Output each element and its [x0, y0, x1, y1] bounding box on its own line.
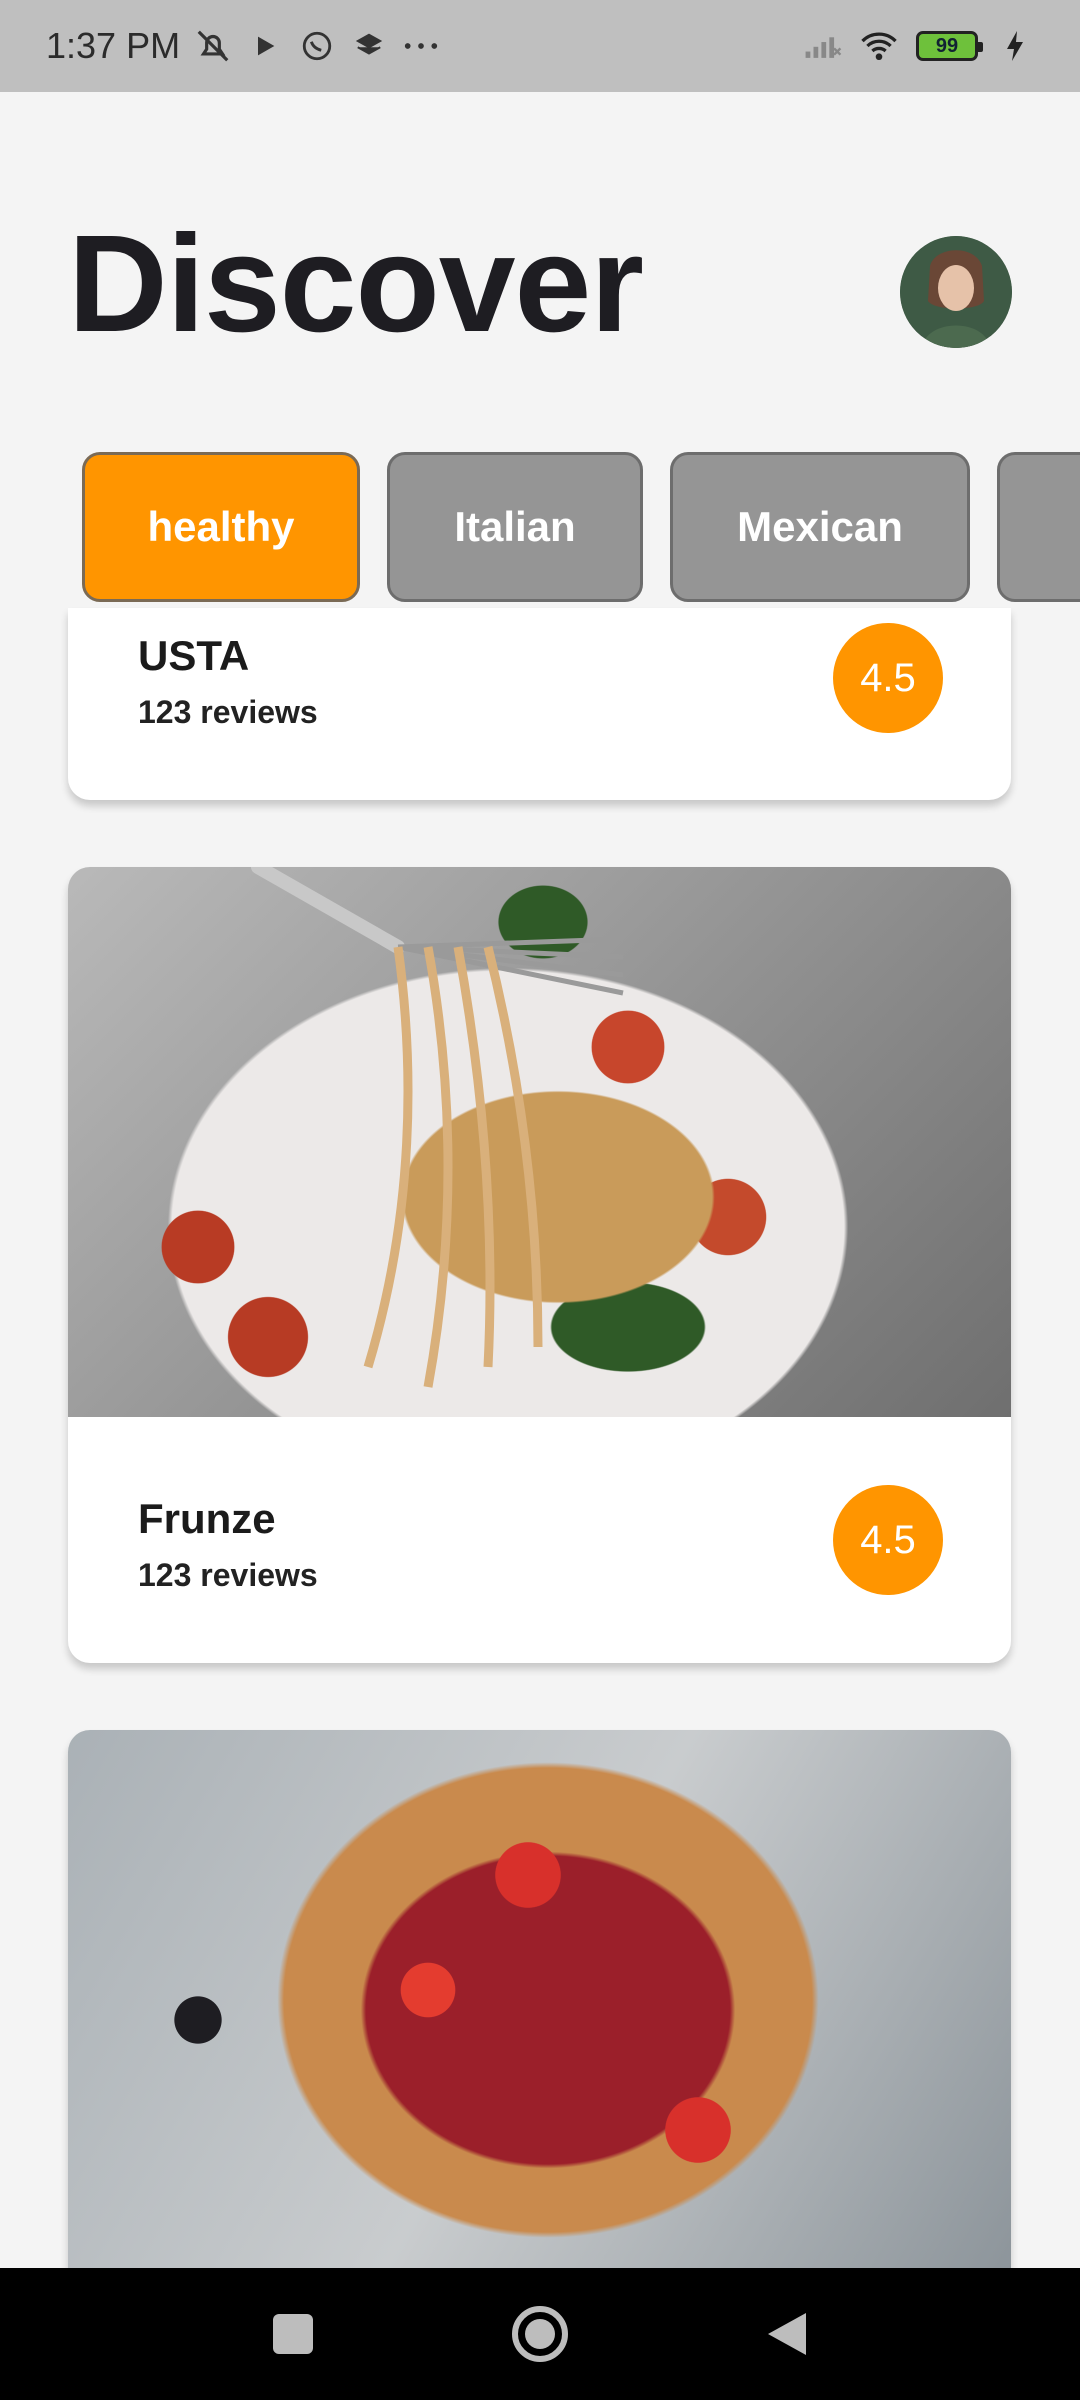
- status-right: 99: [804, 27, 1034, 65]
- rating-value: 4.5: [860, 1517, 916, 1562]
- battery-level: 99: [935, 34, 959, 57]
- back-triangle-icon: [767, 2313, 806, 2355]
- status-left: 1:37 PM: [46, 25, 440, 67]
- card-info: Frunze 123 reviews 4.5: [68, 1417, 1011, 1663]
- status-time: 1:37 PM: [46, 25, 181, 66]
- navigation-bar: [0, 2268, 1080, 2400]
- galette-image: [68, 1730, 1011, 2270]
- fork-illustration: [251, 867, 624, 1388]
- signal-icon: [804, 27, 842, 65]
- chip-label: Mexican: [737, 503, 903, 550]
- home-button[interactable]: [500, 2294, 580, 2374]
- status-bar: 1:37 PM 99: [0, 0, 1080, 92]
- play-icon: [246, 27, 284, 65]
- page-title: Discover: [68, 207, 644, 361]
- chip-mexican[interactable]: Mexican: [670, 452, 970, 602]
- mute-icon: [194, 27, 232, 65]
- chip-italian[interactable]: Italian: [387, 452, 643, 602]
- screen: 1:37 PM 99 Discover healthy Italian Mexi…: [0, 0, 1080, 2400]
- charging-icon: [996, 27, 1034, 65]
- chip-label: healthy: [147, 503, 295, 550]
- back-button[interactable]: [747, 2294, 827, 2374]
- rating-badge: 4.5: [833, 1485, 943, 1595]
- pasta-image: [68, 867, 1011, 1417]
- restaurant-name: USTA: [138, 632, 250, 679]
- recents-button[interactable]: [253, 2294, 333, 2374]
- recents-square-icon: [273, 2314, 314, 2354]
- chip-healthy[interactable]: healthy: [82, 452, 360, 602]
- restaurant-card-frunze[interactable]: Frunze 123 reviews 4.5: [68, 867, 1011, 1663]
- home-circle-icon: [511, 2306, 568, 2362]
- layers-icon: [350, 27, 388, 65]
- avatar-image: [900, 236, 1012, 348]
- wifi-icon: [860, 27, 898, 65]
- card-info: USTA 123 reviews 4.5: [68, 608, 1011, 798]
- restaurant-reviews: 123 reviews: [138, 694, 318, 730]
- rating-value: 4.5: [860, 655, 916, 700]
- restaurant-name: Frunze: [138, 1495, 276, 1542]
- restaurant-card-usta[interactable]: USTA 123 reviews 4.5: [68, 608, 1011, 800]
- category-chips: healthy Italian Mexican: [82, 452, 1080, 604]
- more-dots-icon: [402, 27, 440, 65]
- battery-icon: 99: [916, 31, 983, 61]
- chip-label: Italian: [454, 503, 576, 550]
- restaurant-card-galette[interactable]: [68, 1730, 1011, 2290]
- restaurant-reviews: 123 reviews: [138, 1557, 318, 1593]
- chip-partial[interactable]: [997, 452, 1080, 602]
- whatsapp-icon: [298, 27, 336, 65]
- rating-badge: 4.5: [833, 623, 943, 733]
- avatar[interactable]: [900, 236, 1012, 348]
